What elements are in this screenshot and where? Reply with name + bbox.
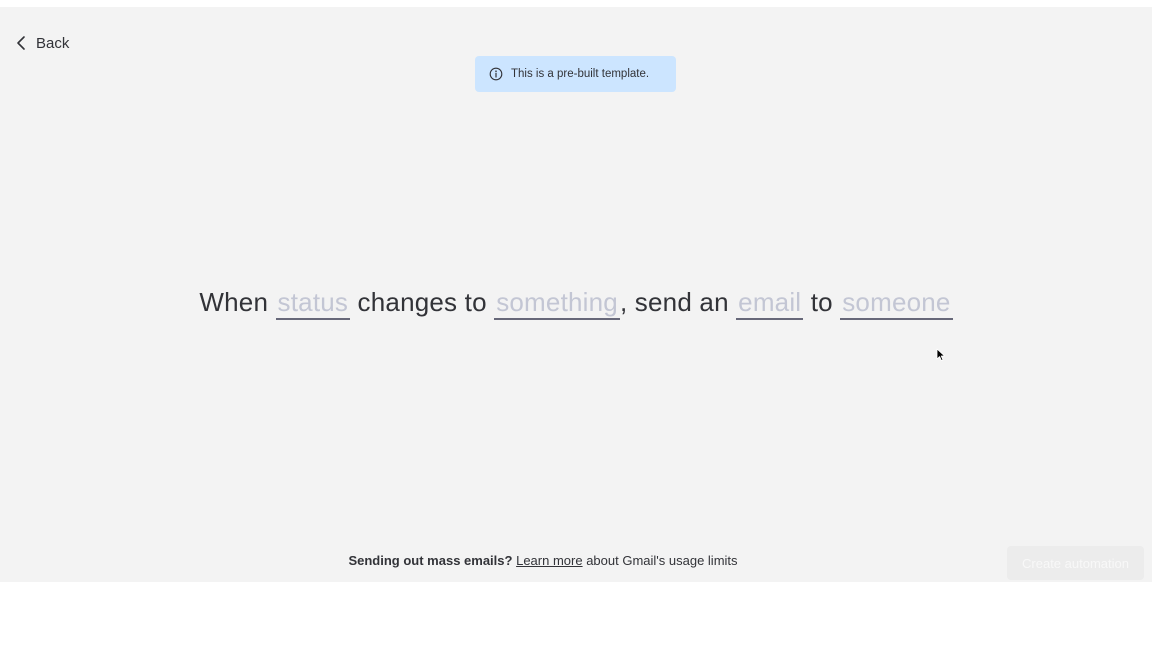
email-selector[interactable]: email — [736, 287, 804, 320]
mouse-pointer-icon — [936, 348, 946, 367]
banner-text: This is a pre-built template. — [511, 68, 650, 80]
back-label: Back — [36, 34, 70, 52]
recipe-text-send-an: , send an — [619, 287, 737, 317]
status-value-selector[interactable]: something — [494, 287, 620, 320]
automation-panel: Back This is a pre-built template. When … — [0, 7, 1152, 582]
learn-more-link[interactable]: Learn more — [516, 553, 582, 568]
chevron-left-icon — [14, 35, 28, 51]
back-button[interactable]: Back — [14, 32, 69, 54]
usage-limits-note: Sending out mass emails? Learn more abou… — [0, 553, 1086, 568]
mass-emails-question: Sending out mass emails? — [348, 553, 513, 568]
recipe-text-to: to — [803, 287, 841, 317]
usage-limits-text: about Gmail's usage limits — [586, 553, 738, 568]
info-icon — [489, 67, 503, 81]
recipe-text-changes-to: changes to — [350, 287, 495, 317]
create-automation-button[interactable]: Create automation — [1007, 546, 1144, 580]
status-field-selector[interactable]: status — [275, 287, 351, 320]
template-banner: This is a pre-built template. — [475, 56, 676, 92]
recipient-selector[interactable]: someone — [840, 287, 953, 320]
automation-recipe-sentence: When status changes to something, send a… — [0, 287, 1152, 320]
recipe-text-when: When — [199, 287, 276, 317]
